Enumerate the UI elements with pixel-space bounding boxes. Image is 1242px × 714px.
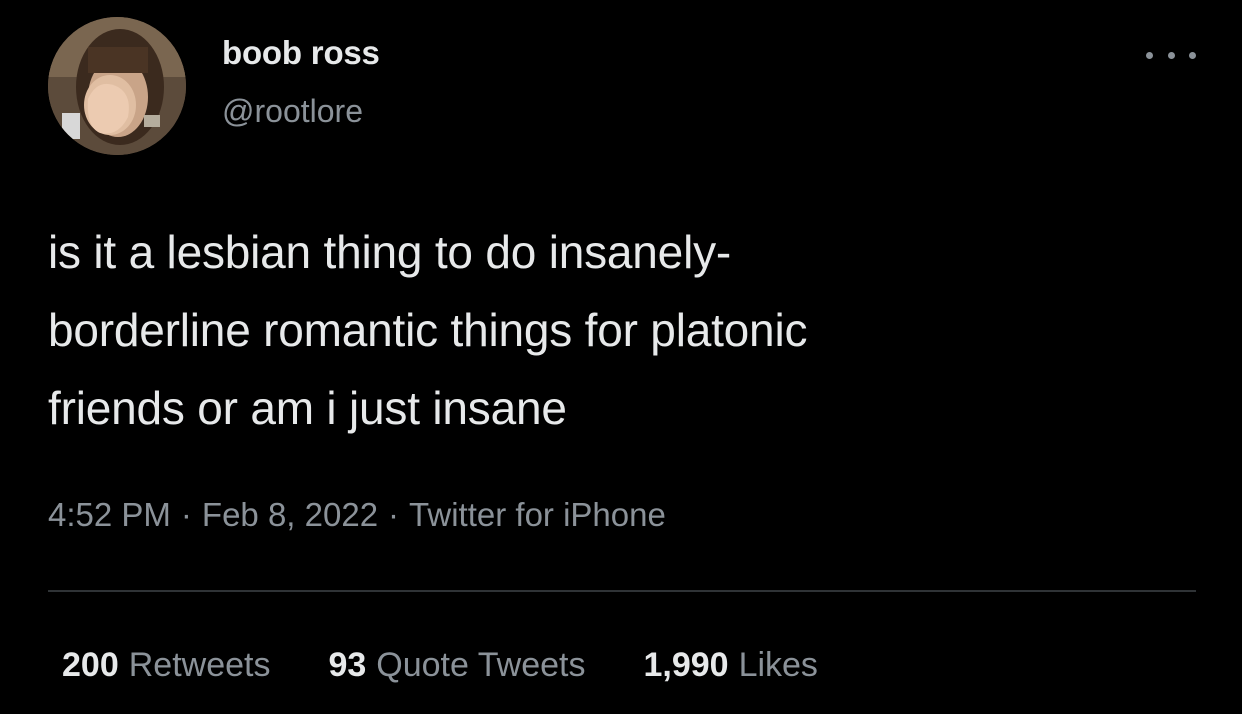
retweets-label: Retweets bbox=[128, 646, 271, 684]
more-dot bbox=[1189, 51, 1196, 59]
tweet-date[interactable]: Feb 8, 2022 bbox=[202, 496, 378, 533]
more-options-icon[interactable] bbox=[1146, 40, 1196, 70]
meta-separator: · bbox=[180, 496, 192, 533]
likes-stat[interactable]: 1,990 Likes bbox=[643, 646, 817, 685]
quote-tweets-stat[interactable]: 93 Quote Tweets bbox=[328, 646, 585, 685]
quote-tweets-label: Quote Tweets bbox=[376, 646, 586, 684]
divider bbox=[48, 590, 1196, 592]
tweet-text: is it a lesbian thing to do insanely- bo… bbox=[48, 213, 1218, 447]
meta-separator: · bbox=[388, 496, 400, 533]
tweet-source[interactable]: Twitter for iPhone bbox=[409, 496, 666, 533]
retweets-stat[interactable]: 200 Retweets bbox=[62, 646, 270, 685]
retweets-count: 200 bbox=[62, 646, 119, 684]
more-dot bbox=[1146, 51, 1153, 59]
tweet-text-line: borderline romantic things for platonic bbox=[48, 304, 808, 356]
avatar-photo bbox=[48, 17, 186, 155]
tweet-time[interactable]: 4:52 PM bbox=[48, 496, 171, 533]
engagement-stats: 200 Retweets 93 Quote Tweets 1,990 Likes bbox=[62, 646, 818, 685]
tweet-card: boob ross @rootlore is it a lesbian thin… bbox=[0, 0, 1242, 714]
display-name[interactable]: boob ross bbox=[222, 34, 380, 72]
tweet-text-line: friends or am i just insane bbox=[48, 382, 567, 434]
tweet-metadata: 4:52 PM · Feb 8, 2022 · Twitter for iPhone bbox=[48, 496, 666, 534]
tweet-text-line: is it a lesbian thing to do insanely- bbox=[48, 226, 732, 278]
user-handle[interactable]: @rootlore bbox=[222, 93, 363, 130]
quote-tweets-count: 93 bbox=[328, 646, 367, 684]
likes-count: 1,990 bbox=[643, 646, 729, 684]
likes-label: Likes bbox=[738, 646, 818, 684]
more-dot bbox=[1167, 51, 1175, 59]
avatar[interactable] bbox=[48, 17, 186, 155]
